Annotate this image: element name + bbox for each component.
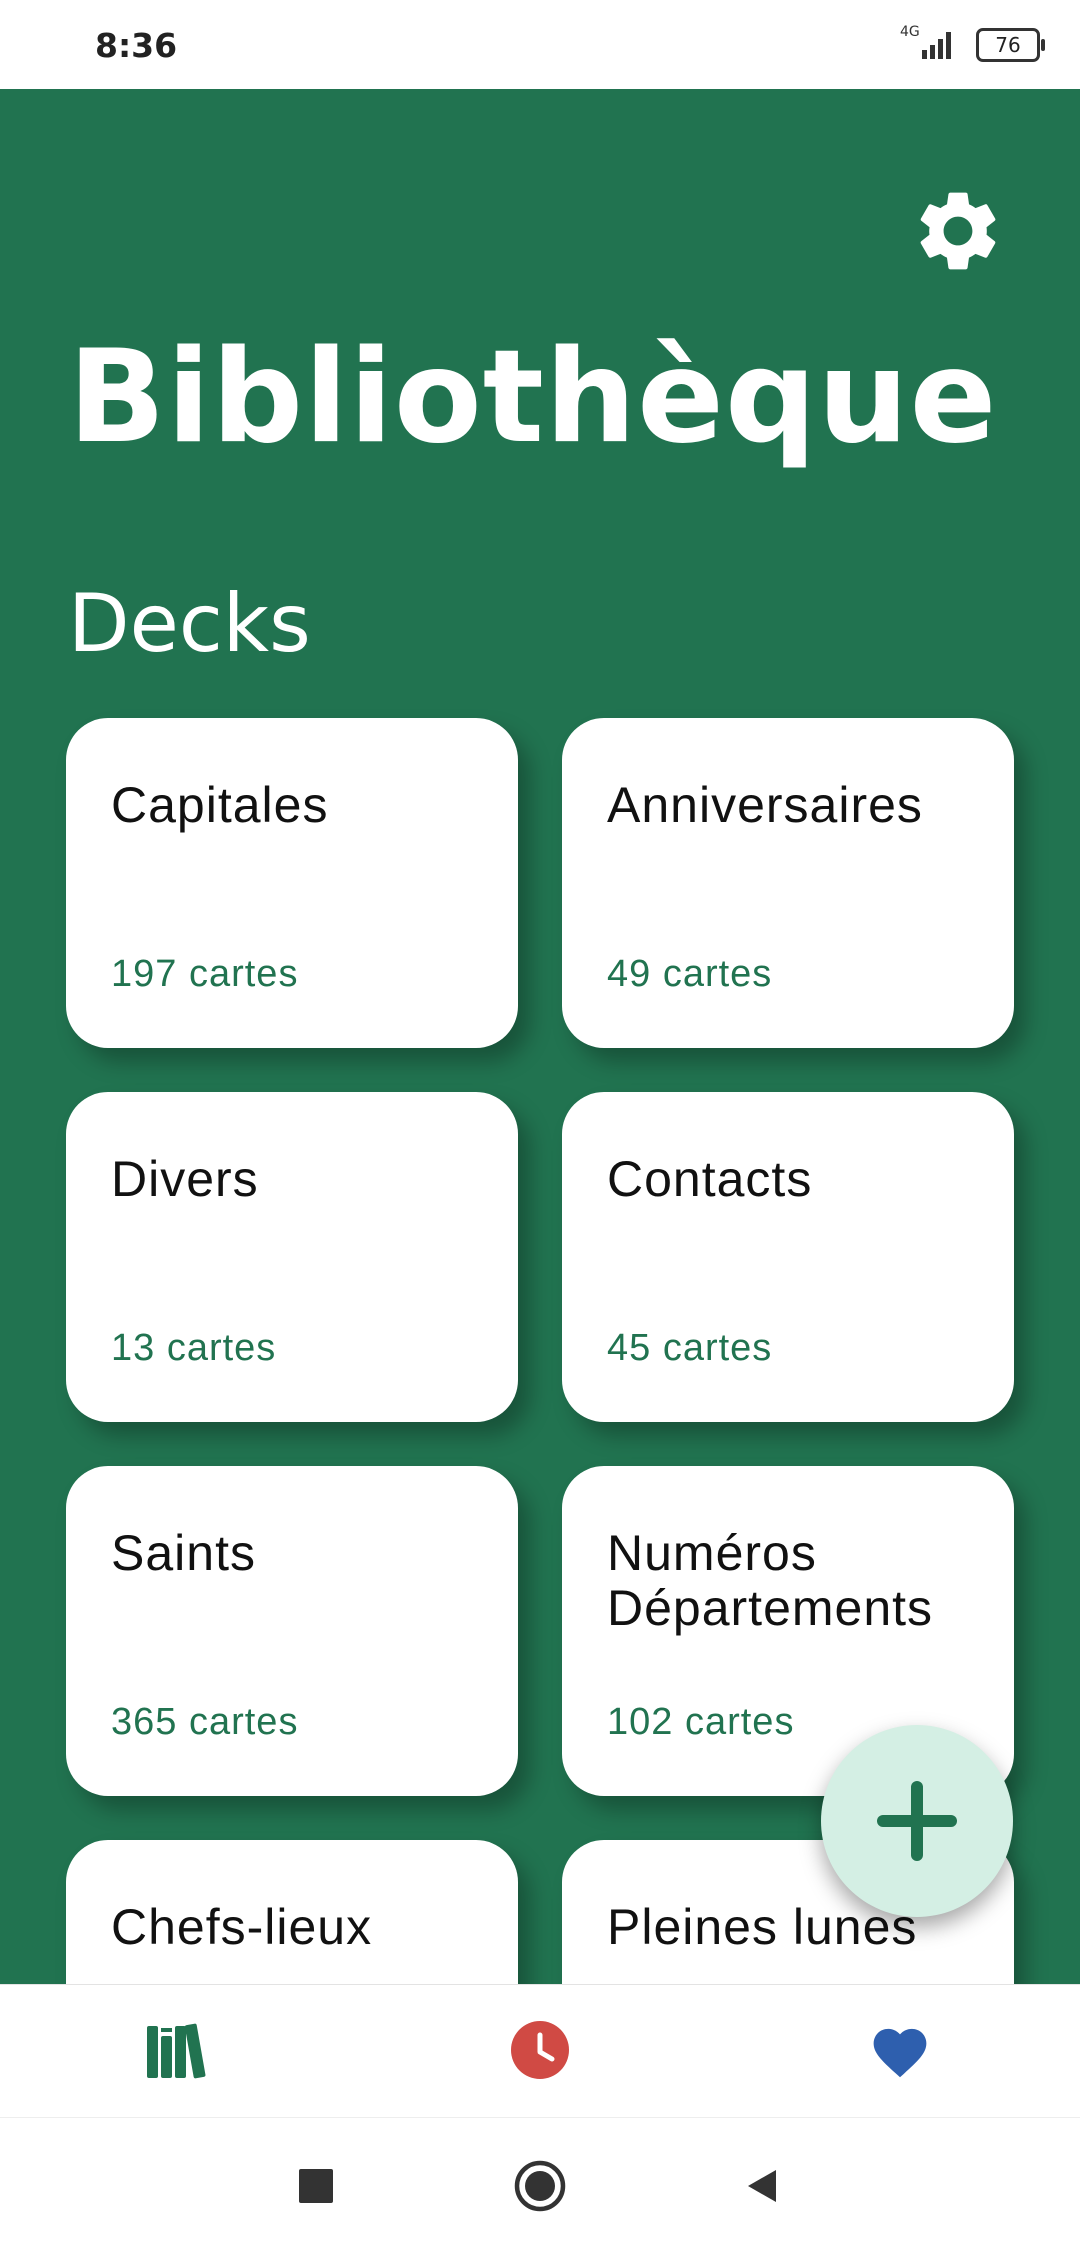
heart-icon [873, 2028, 927, 2078]
deck-count: 365 cartes [111, 1701, 299, 1743]
deck-card[interactable]: Capitales 197 cartes [66, 718, 518, 1048]
tab-library[interactable] [140, 2010, 220, 2090]
deck-count: 13 cartes [111, 1327, 277, 1369]
back-button[interactable] [734, 2158, 790, 2214]
deck-count: 102 cartes [607, 1701, 795, 1743]
deck-card[interactable]: Chefs-lieux [66, 1840, 518, 1984]
deck-name: Contacts [607, 1151, 813, 1207]
deck-name: Capitales [111, 777, 329, 833]
square-icon [299, 2169, 333, 2203]
recents-button[interactable] [288, 2158, 344, 2214]
gear-icon[interactable] [910, 183, 1006, 279]
section-title: Decks [68, 577, 311, 670]
page-title: Bibliothèque [68, 323, 998, 472]
home-button[interactable] [512, 2158, 568, 2214]
library-screen: Bibliothèque Decks Capitales 197 cartes … [0, 89, 1080, 1984]
system-nav-bar [0, 2117, 1080, 2249]
battery-icon: 76 [976, 28, 1045, 62]
deck-name: Chefs-lieux [111, 1899, 373, 1955]
status-bar: 8:36 4G 76 [0, 0, 1080, 89]
deck-card[interactable]: Saints 365 cartes [66, 1466, 518, 1796]
add-deck-button[interactable] [821, 1725, 1013, 1917]
deck-name: Anniversaires [607, 777, 923, 833]
battery-level: 76 [995, 33, 1021, 57]
status-time: 8:36 [95, 26, 178, 65]
tab-favorites[interactable] [860, 2010, 940, 2090]
deck-card[interactable]: Divers 13 cartes [66, 1092, 518, 1422]
deck-count: 45 cartes [607, 1327, 773, 1369]
deck-card[interactable]: Anniversaires 49 cartes [562, 718, 1014, 1048]
status-icons: 4G 76 [900, 24, 1045, 62]
home-circle-icon [514, 2160, 566, 2212]
clock-icon [511, 2021, 569, 2079]
deck-name: Numéros Départements [607, 1525, 934, 1636]
bottom-tab-bar [0, 1984, 1080, 2118]
deck-card[interactable]: Contacts 45 cartes [562, 1092, 1014, 1422]
deck-count: 49 cartes [607, 953, 773, 995]
deck-name: Divers [111, 1151, 259, 1207]
library-icon [147, 2023, 206, 2079]
tab-history[interactable] [500, 2010, 580, 2090]
back-triangle-icon [748, 2170, 776, 2202]
signal-icon: 4G [900, 24, 958, 60]
deck-count: 197 cartes [111, 953, 299, 995]
plus-icon [877, 1781, 957, 1861]
deck-name: Saints [111, 1525, 256, 1581]
